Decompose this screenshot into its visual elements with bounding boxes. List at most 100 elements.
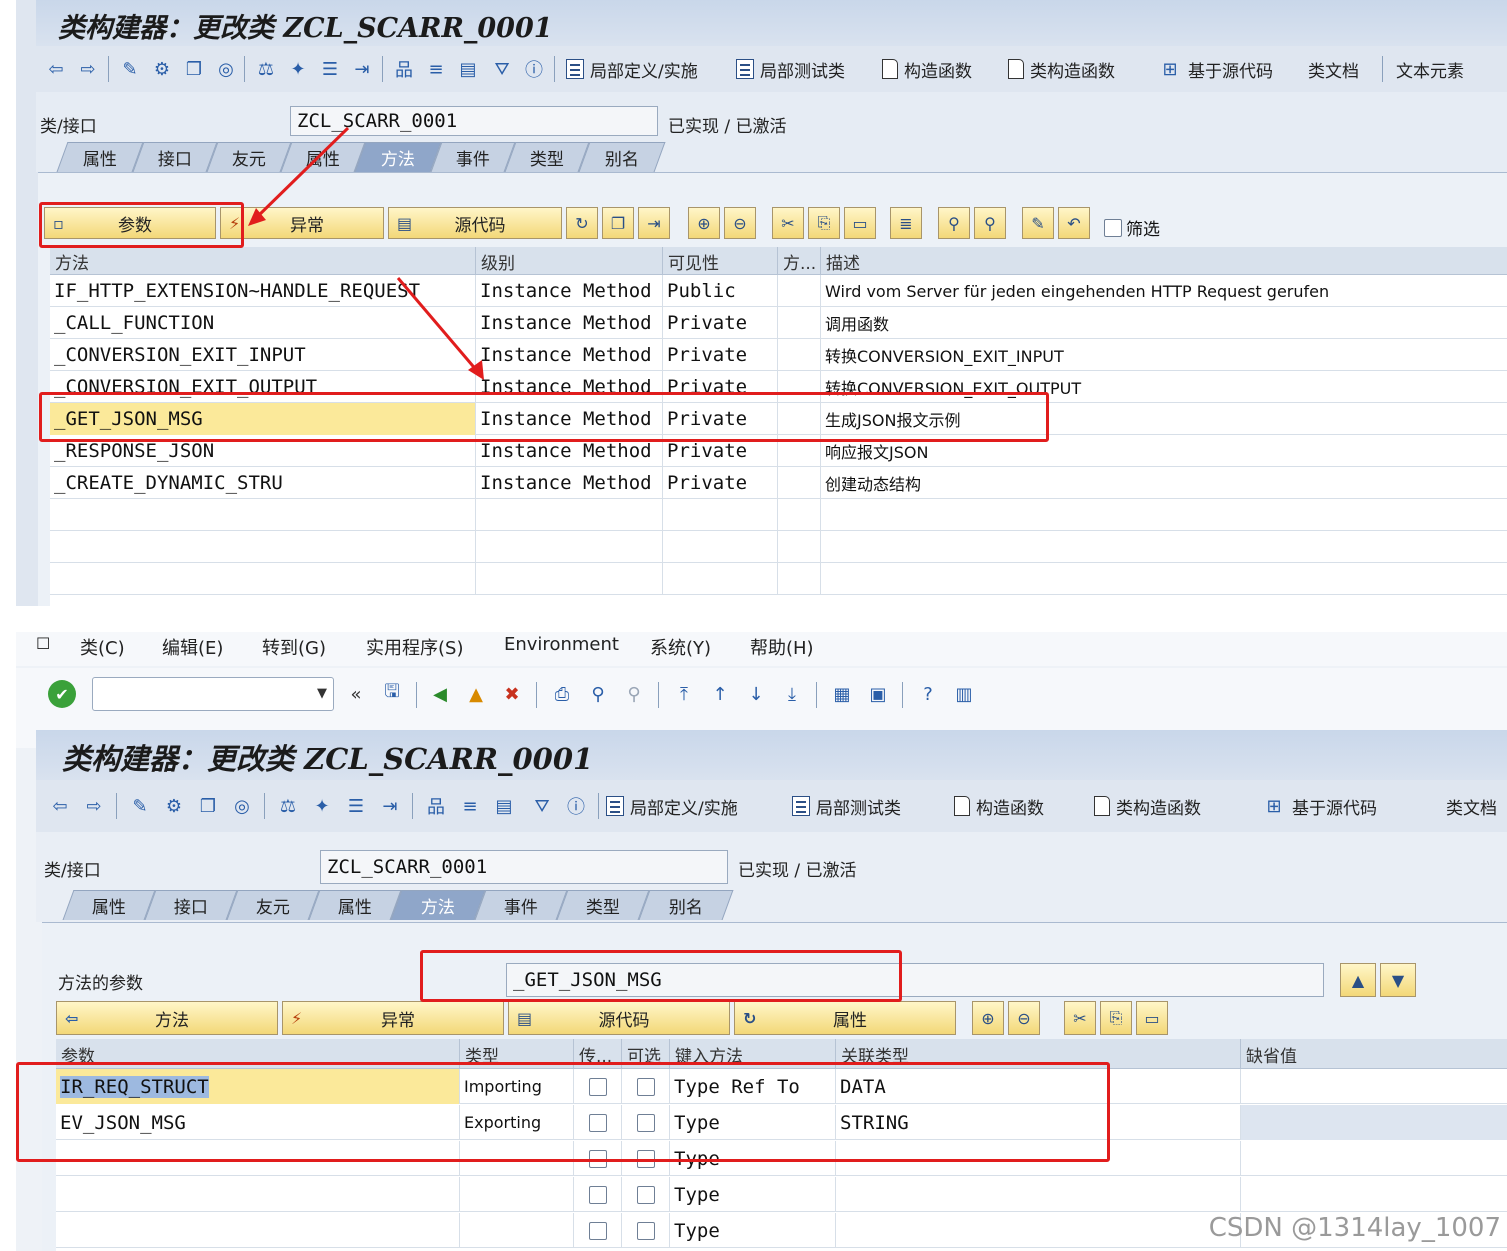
cell-pass-value[interactable] [574,1141,622,1176]
col-type[interactable]: 类型 [460,1039,574,1069]
menu-icon[interactable]: ☐ [36,634,50,653]
checkbox[interactable] [636,1077,655,1096]
cell-pass-value[interactable] [574,1105,622,1140]
table-row[interactable]: _GET_JSON_MSG Instance Method Private 生成JSO… [50,403,1507,435]
cell-default-value[interactable] [1241,1141,1507,1176]
forward-arrow-icon[interactable]: ⇨ [76,57,100,81]
cell-method[interactable]: _CREATE_DYNAMIC_STRU [50,467,476,499]
cell-default-value[interactable] [1241,1069,1507,1104]
tab-aliases[interactable]: 别名 [638,890,734,920]
display-icon[interactable]: ▤ [456,57,480,81]
table-row[interactable]: _CALL_FUNCTION Instance Method Private 调用函数 [50,307,1507,339]
back-icon[interactable]: ◀ [428,682,452,706]
tab-interfaces[interactable]: 接口 [144,890,238,920]
display-object-list-icon[interactable]: ☰ [344,794,368,818]
cell-optional[interactable] [622,1069,670,1104]
col-parameter[interactable]: 参数 [56,1039,460,1069]
col-associated-type[interactable]: 关联类型 [836,1039,1241,1069]
cell-parameter[interactable]: IR_REQ_STRUCT [56,1069,460,1104]
cell-typing-method[interactable]: Type Ref To [670,1069,836,1104]
source-code-based-button[interactable]: ⊞ 基于源代码 [1158,55,1273,83]
cell-type[interactable]: Importing [460,1069,574,1104]
cut-icon[interactable]: ✂ [772,207,804,239]
redefine-icon[interactable]: ↻ [566,207,598,239]
where-used-icon[interactable]: ⚖ [276,794,300,818]
filter-icon[interactable]: ⛛ [490,57,514,81]
hierarchy-icon[interactable]: 品 [424,794,448,818]
navigation-window-icon[interactable]: ⇥ [350,57,374,81]
insert-row-icon[interactable]: ⊕ [972,1001,1004,1035]
table-row[interactable]: _CONVERSION_EXIT_INPUT Instance Method Pri… [50,339,1507,371]
checkbox[interactable] [1104,218,1122,237]
menu-system[interactable]: 系统(Y) [650,634,711,660]
table-row[interactable]: Type [56,1141,1507,1176]
first-page-icon[interactable]: ⤒ [672,682,696,706]
move-icon[interactable]: ⇥ [638,207,670,239]
cell-type[interactable] [460,1177,574,1212]
insert-row-icon[interactable]: ⊕ [688,207,720,239]
display-change-icon[interactable]: ✎ [118,57,142,81]
cell-method[interactable] [50,531,476,563]
tab-types[interactable]: 类型 [556,890,650,920]
collapse-icon[interactable]: « [344,682,368,706]
col-default-value[interactable]: 缺省值 [1241,1039,1507,1069]
save-icon[interactable]: 🖫 [380,681,404,706]
table-row[interactable] [50,499,1507,531]
method-button[interactable]: ⇦ 方法 [56,1001,278,1035]
exceptions-button[interactable]: ⚡ 异常 [220,207,384,239]
cell-optional[interactable] [622,1141,670,1176]
cancel-icon[interactable]: ✖ [500,682,524,706]
cell-parameter[interactable] [56,1177,460,1212]
previous-page-icon[interactable]: ↑ [708,682,732,706]
checkbox[interactable] [588,1113,607,1132]
cell-typing-method[interactable]: Type [670,1213,836,1248]
next-page-icon[interactable]: ↓ [744,682,768,706]
col-typing-method[interactable]: 键入方法 [670,1039,836,1069]
chevron-down-icon[interactable]: ▼ [317,686,327,701]
cell-method[interactable] [50,563,476,595]
navigation-window-icon[interactable]: ⇥ [378,794,402,818]
col-level[interactable]: 级别 [476,247,663,275]
hierarchy-icon[interactable]: 品 [392,57,416,81]
source-code-based-button[interactable]: ⊞ 基于源代码 [1262,792,1377,820]
find-icon[interactable]: ⚲ [938,207,970,239]
cell-optional[interactable] [622,1213,670,1248]
previous-method-icon[interactable]: ▲ [1340,963,1376,997]
cell-type[interactable]: Exporting [460,1105,574,1140]
table-row[interactable]: EV_JSON_MSG Exporting Type STRING [56,1105,1507,1140]
col-method-type[interactable]: 方... [778,247,821,275]
cell-associated-type[interactable]: DATA [836,1069,1241,1104]
display-change-icon[interactable]: ✎ [128,794,152,818]
delete-row-icon[interactable]: ⊖ [724,207,756,239]
paste-icon[interactable]: ▭ [1136,1001,1168,1035]
local-definitions-button[interactable]: 局部定义/实施 [566,55,698,83]
enter-icon[interactable]: ✔ [48,680,76,708]
cell-method[interactable] [50,499,476,531]
col-method[interactable]: 方法 [50,247,476,275]
shortcut-icon[interactable]: ▣ [866,682,890,706]
cell-method[interactable]: _CONVERSION_EXIT_OUTPUT [50,371,476,403]
next-method-icon[interactable]: ▼ [1380,963,1416,997]
col-visibility[interactable]: 可见性 [663,247,778,275]
check-icon[interactable]: ❐ [196,794,220,818]
class-constructor-button[interactable]: 类构造函数 [1008,55,1115,83]
cell-associated-type[interactable] [836,1213,1241,1248]
check-icon[interactable]: ❐ [182,57,206,81]
cell-method[interactable]: _RESPONSE_JSON [50,435,476,467]
copy-row-icon[interactable]: ⎘ [1100,1001,1132,1035]
info-icon[interactable]: ⓘ [522,57,546,81]
menu-environment[interactable]: Environment [504,634,619,655]
cell-default-value[interactable] [1241,1177,1507,1212]
edit-icon[interactable]: ✎ [1022,207,1054,239]
print-icon[interactable]: ⎙ [550,682,574,706]
table-row[interactable]: _RESPONSE_JSON Instance Method Private 响应报文… [50,435,1507,467]
find-next-icon[interactable]: ⚲ [622,682,646,706]
tab-interfaces[interactable]: 接口 [132,142,218,172]
table-row[interactable]: IR_REQ_STRUCT Importing Type Ref To DATA [56,1069,1507,1104]
back-arrow-icon[interactable]: ⇦ [44,57,68,81]
cell-optional[interactable] [622,1177,670,1212]
delete-row-icon[interactable]: ⊖ [1008,1001,1040,1035]
where-used-icon[interactable]: ⚖ [254,57,278,81]
menu-goto[interactable]: 转到(G) [262,634,326,660]
constructor-button[interactable]: 构造函数 [954,792,1044,820]
